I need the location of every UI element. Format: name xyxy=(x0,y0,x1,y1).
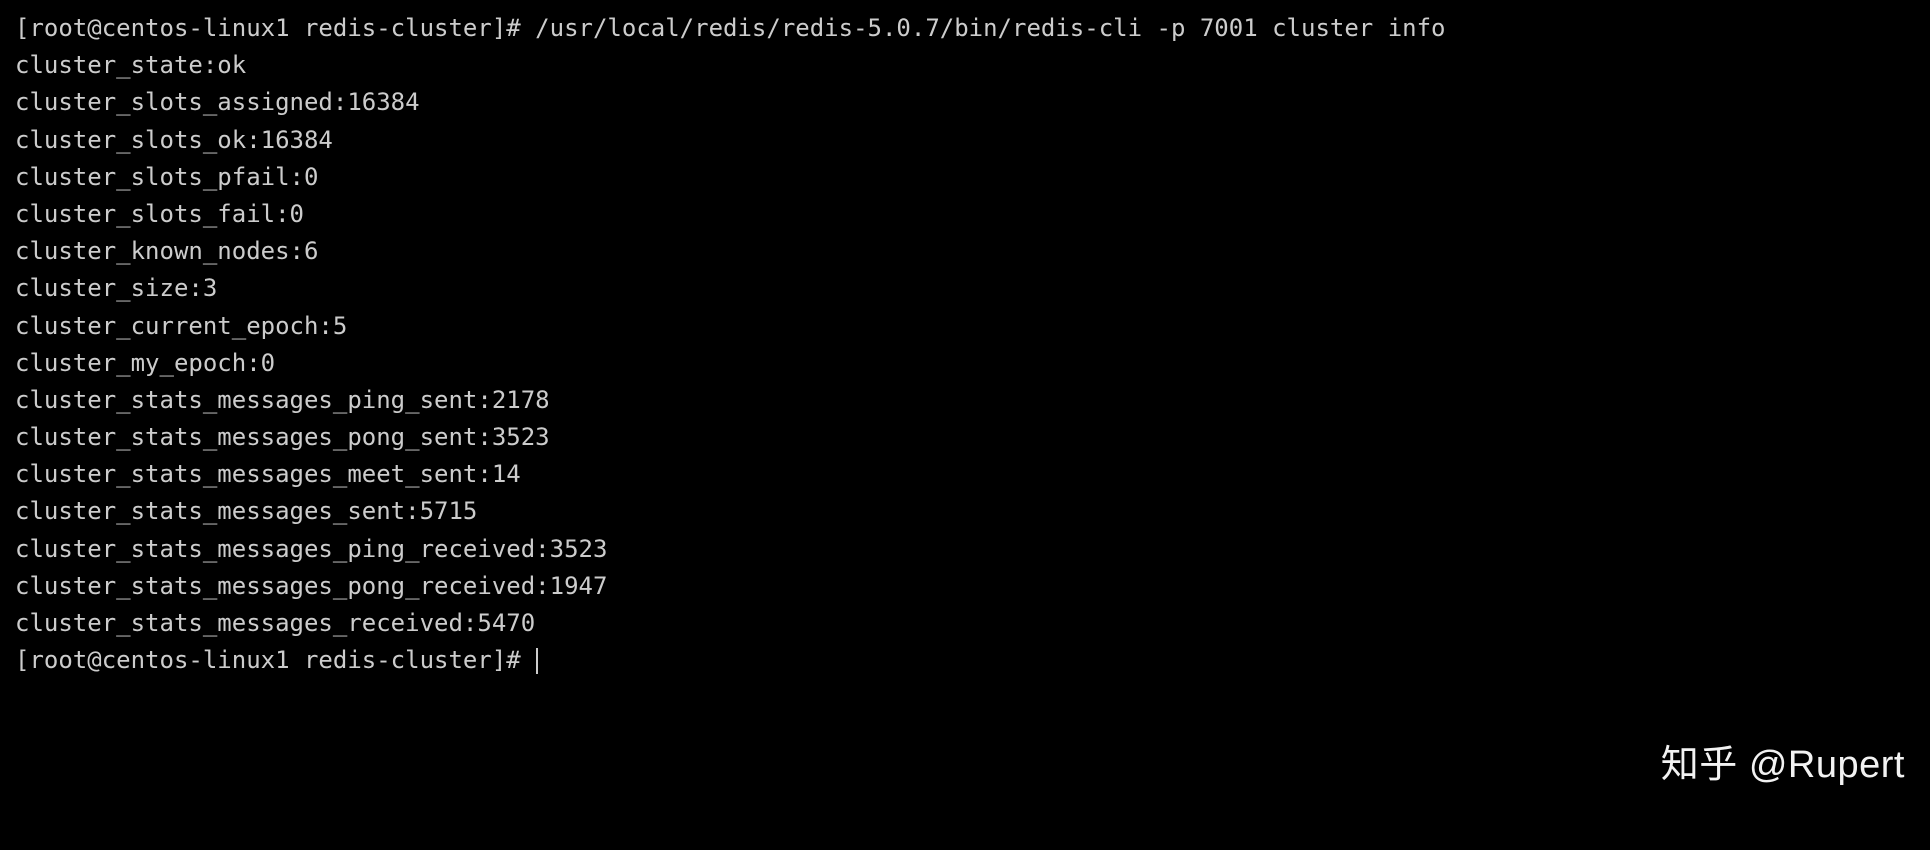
output-line: cluster_stats_messages_ping_received:352… xyxy=(15,531,1915,568)
output-line: cluster_stats_messages_received:5470 xyxy=(15,605,1915,642)
output-line: cluster_known_nodes:6 xyxy=(15,233,1915,270)
output-line: cluster_stats_messages_pong_sent:3523 xyxy=(15,419,1915,456)
output-line: cluster_slots_pfail:0 xyxy=(15,159,1915,196)
output-line: cluster_slots_ok:16384 xyxy=(15,122,1915,159)
output-line: cluster_stats_messages_sent:5715 xyxy=(15,493,1915,530)
output-line: cluster_slots_assigned:16384 xyxy=(15,84,1915,121)
shell-prompt: [root@centos-linux1 redis-cluster]# xyxy=(15,14,521,42)
output-line: cluster_current_epoch:5 xyxy=(15,308,1915,345)
output-line: cluster_stats_messages_pong_received:194… xyxy=(15,568,1915,605)
watermark-text: 知乎 @Rupert xyxy=(1661,736,1905,795)
terminal-output[interactable]: [root@centos-linux1 redis-cluster]# /usr… xyxy=(15,10,1915,679)
output-line: cluster_state:ok xyxy=(15,47,1915,84)
command-text: /usr/local/redis/redis-5.0.7/bin/redis-c… xyxy=(521,14,1446,42)
shell-prompt: [root@centos-linux1 redis-cluster]# xyxy=(15,646,535,674)
output-line: cluster_size:3 xyxy=(15,270,1915,307)
command-line: [root@centos-linux1 redis-cluster]# /usr… xyxy=(15,10,1915,47)
cursor-icon xyxy=(536,648,538,674)
output-line: cluster_my_epoch:0 xyxy=(15,345,1915,382)
output-line: cluster_stats_messages_ping_sent:2178 xyxy=(15,382,1915,419)
output-line: cluster_slots_fail:0 xyxy=(15,196,1915,233)
shell-prompt-idle: [root@centos-linux1 redis-cluster]# xyxy=(15,642,1915,679)
output-line: cluster_stats_messages_meet_sent:14 xyxy=(15,456,1915,493)
